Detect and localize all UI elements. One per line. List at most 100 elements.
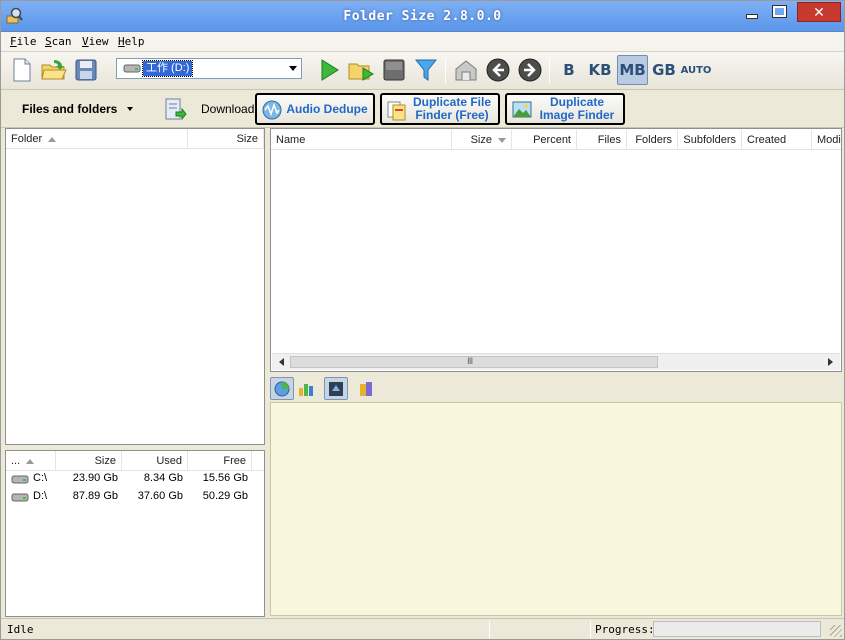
folder-tree-header: Folder Size <box>6 129 264 149</box>
folder-tree-panel[interactable]: Folder Size <box>5 128 265 445</box>
arrow-right-icon <box>518 58 542 82</box>
sort-ascending-icon <box>48 136 57 142</box>
sort-ascending-icon <box>26 458 35 464</box>
legend-button[interactable] <box>354 377 378 400</box>
drive-name: D:\ <box>33 490 48 502</box>
3d-view-button[interactable] <box>324 377 348 400</box>
drive-used: 8.34 Gb <box>143 472 183 484</box>
scan-folder-button[interactable] <box>346 55 376 85</box>
chevron-down-icon[interactable] <box>127 107 133 111</box>
status-text: Idle <box>7 623 34 636</box>
drives-header: ... Size Used Free <box>6 451 264 471</box>
progress-label: Progress: <box>595 623 655 636</box>
menu-help[interactable]: Help <box>118 35 145 48</box>
file-list-header: Name Size Percent Files Folders Subfolde… <box>271 130 841 150</box>
column-drive-used[interactable]: Used <box>122 451 188 471</box>
open-button[interactable] <box>39 55 69 85</box>
palette-icon <box>360 381 372 396</box>
hard-drive-icon <box>123 64 141 73</box>
stop-icon <box>383 59 405 81</box>
stop-button[interactable] <box>379 55 409 85</box>
close-button[interactable] <box>797 2 841 22</box>
unit-kb-button[interactable]: KB <box>585 55 615 85</box>
menu-view[interactable]: View <box>82 35 109 48</box>
sort-descending-icon <box>498 137 506 143</box>
duplicate-file-finder-label: Duplicate File Finder (Free) <box>412 95 492 122</box>
drive-free: 50.29 Gb <box>202 490 248 502</box>
duplicate-image-finder-button[interactable]: Duplicate Image Finder <box>505 93 625 125</box>
export-list-icon[interactable] <box>163 97 187 121</box>
up-folder-button[interactable] <box>451 55 481 85</box>
hard-drive-icon <box>11 493 29 502</box>
column-size[interactable]: Size <box>452 130 512 150</box>
grip-lines-icon: Ⅲ <box>467 356 474 366</box>
drives-panel[interactable]: ... Size Used Free C:\ 23.90 Gb 8.34 Gb … <box>5 450 265 617</box>
column-name[interactable]: Name <box>271 130 452 150</box>
horizontal-scrollbar[interactable]: Ⅲ <box>272 353 840 370</box>
drive-size: 23.90 Gb <box>72 472 118 484</box>
duplicate-files-icon <box>387 101 406 121</box>
column-files[interactable]: Files <box>577 130 627 150</box>
maximize-button[interactable] <box>769 2 789 22</box>
bar-chart-button[interactable] <box>294 377 318 400</box>
drive-select[interactable]: 工作 (D:) <box>116 58 302 79</box>
table-row[interactable]: C:\ 23.90 Gb 8.34 Gb 15.56 Gb <box>6 470 264 488</box>
column-subfolders[interactable]: Subfolders <box>678 130 742 150</box>
scan-button[interactable] <box>314 55 344 85</box>
audio-dedupe-button[interactable]: Audio Dedupe <box>255 93 375 125</box>
drive-size: 87.89 Gb <box>72 490 118 502</box>
file-list-panel[interactable]: Name Size Percent Files Folders Subfolde… <box>270 128 842 372</box>
column-folder[interactable]: Folder <box>6 129 188 149</box>
folder-scan-icon <box>348 63 374 81</box>
menu-file[interactable]: File <box>10 35 37 48</box>
column-folders[interactable]: Folders <box>627 130 678 150</box>
table-row[interactable]: D:\ 87.89 Gb 37.60 Gb 50.29 Gb <box>6 488 264 506</box>
download-bar: Files and folders Download: Audio Dedupe… <box>1 90 844 128</box>
duplicate-file-finder-button[interactable]: Duplicate File Finder (Free) <box>380 93 500 125</box>
unit-b-button[interactable]: B <box>555 55 583 85</box>
new-document-icon <box>13 58 31 82</box>
open-folder-icon <box>41 60 67 80</box>
pie-chart-icon <box>274 381 290 396</box>
unit-auto-button[interactable]: AUTO <box>680 55 712 85</box>
drive-free: 15.56 Gb <box>202 472 248 484</box>
column-modified[interactable]: Modi <box>812 130 841 150</box>
minimize-button[interactable] <box>741 2 761 22</box>
pie-chart-button[interactable] <box>270 377 294 400</box>
drive-select-value: 工作 (D:) <box>141 60 194 77</box>
view-mode-dropdown[interactable]: Files and folders <box>22 102 117 116</box>
drive-name: C:\ <box>33 472 48 484</box>
menu-bar: File Scan View Help <box>1 32 844 52</box>
column-drive-size[interactable]: Size <box>56 451 122 471</box>
back-button[interactable] <box>483 55 513 85</box>
status-bar: Idle Progress: <box>1 618 844 639</box>
column-drive[interactable]: ... <box>6 451 56 471</box>
resize-grip-icon[interactable] <box>830 625 842 637</box>
save-button[interactable] <box>71 55 101 85</box>
chevron-down-icon <box>289 66 297 71</box>
scroll-left-icon[interactable] <box>279 358 284 366</box>
menu-scan[interactable]: Scan <box>45 35 72 48</box>
title-bar[interactable]: Folder Size 2.8.0.0 <box>1 1 844 32</box>
filter-button[interactable] <box>411 55 441 85</box>
hard-drive-icon <box>11 475 29 484</box>
home-up-icon <box>455 60 477 81</box>
new-button[interactable] <box>7 55 37 85</box>
audio-wave-icon <box>262 100 282 120</box>
image-photo-icon <box>512 101 532 118</box>
download-label: Download: <box>201 102 258 116</box>
column-drive-free[interactable]: Free <box>188 451 252 471</box>
cube-icon <box>329 381 343 396</box>
column-percent[interactable]: Percent <box>512 130 577 150</box>
unit-gb-button[interactable]: GB <box>650 55 678 85</box>
unit-mb-button[interactable]: MB <box>617 55 648 85</box>
scroll-right-icon[interactable] <box>828 358 833 366</box>
app-window: Folder Size 2.8.0.0 File Scan View Help <box>0 0 845 640</box>
duplicate-image-finder-label: Duplicate Image Finder <box>539 95 615 122</box>
chart-area[interactable] <box>270 402 842 616</box>
column-created[interactable]: Created <box>742 130 812 150</box>
audio-dedupe-label: Audio Dedupe <box>286 101 368 116</box>
scrollbar-thumb[interactable]: Ⅲ <box>290 356 658 368</box>
column-size[interactable]: Size <box>188 129 264 149</box>
forward-button[interactable] <box>515 55 545 85</box>
